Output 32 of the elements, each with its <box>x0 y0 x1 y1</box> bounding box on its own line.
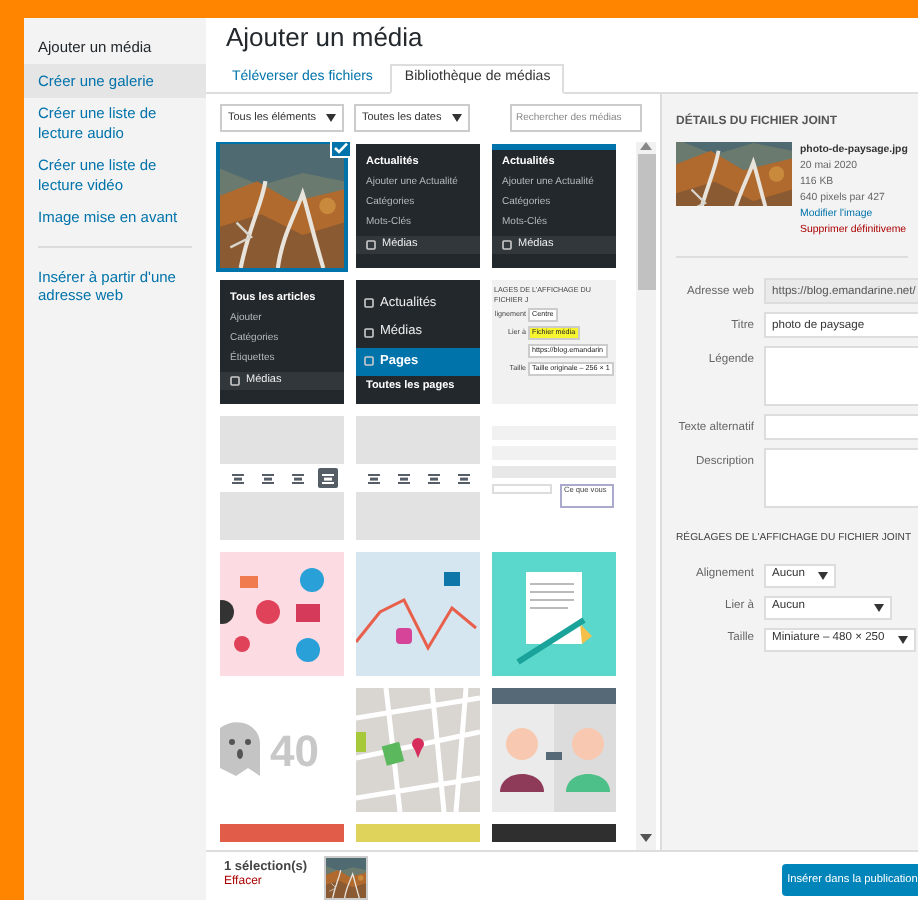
scroll-up-icon[interactable] <box>640 142 652 150</box>
caret-icon <box>874 603 884 612</box>
scroll-down-icon[interactable] <box>640 834 652 842</box>
media-thumbnail[interactable] <box>492 688 616 812</box>
align-icon[interactable] <box>423 468 443 488</box>
scroll-thumb[interactable] <box>637 154 655 290</box>
align-icon[interactable] <box>227 468 247 488</box>
caret-icon <box>898 635 908 644</box>
scrollbar[interactable] <box>636 142 656 850</box>
caret-icon <box>326 114 336 122</box>
modal-title: Ajouter un média <box>226 20 423 57</box>
align-icon[interactable] <box>363 468 383 488</box>
media-thumbnail[interactable] <box>220 416 344 540</box>
caret-icon <box>452 114 462 122</box>
align-icon[interactable] <box>257 468 277 488</box>
align-icon[interactable] <box>317 468 337 488</box>
line-chart-drawing <box>356 552 480 676</box>
media-thumbnail[interactable] <box>492 552 616 676</box>
media-thumbnail[interactable] <box>356 688 480 812</box>
people-drawing <box>492 688 616 812</box>
media-thumbnail[interactable] <box>356 552 480 676</box>
check-icon[interactable] <box>330 142 352 158</box>
media-thumbnail[interactable] <box>220 552 344 676</box>
align-icon[interactable] <box>287 468 307 488</box>
caret-icon <box>818 571 828 580</box>
text-field[interactable] <box>764 414 918 440</box>
media-thumbnail[interactable] <box>356 416 480 540</box>
align-icon[interactable] <box>453 468 473 488</box>
document-pencil-drawing <box>492 552 616 676</box>
ghost-icon <box>220 720 264 780</box>
align-icon[interactable] <box>393 468 413 488</box>
social-icons-drawing <box>220 552 344 676</box>
